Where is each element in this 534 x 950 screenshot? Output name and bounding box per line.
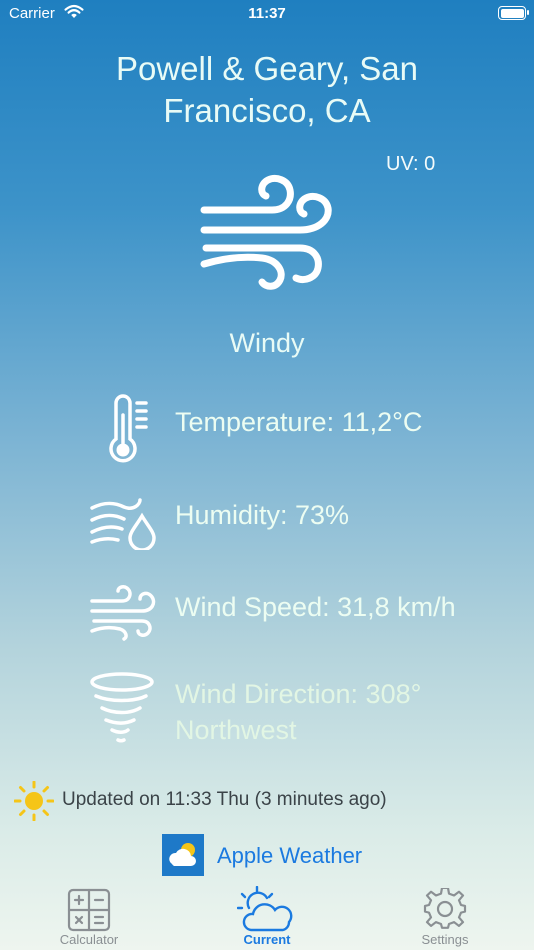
apple-weather-logo-icon[interactable]: [162, 834, 204, 876]
tab-settings-label: Settings: [421, 932, 469, 947]
wind-speed-icon: [90, 585, 156, 641]
apple-weather-link[interactable]: Apple Weather: [217, 843, 362, 869]
tab-bar: Calculator Current Settings: [0, 884, 534, 950]
location-title: Powell & Geary, San Francisco, CA: [40, 48, 494, 132]
tab-settings[interactable]: Settings: [370, 884, 520, 950]
status-bar: Carrier 11:37: [0, 0, 534, 30]
wind-direction-compass: Northwest: [175, 715, 297, 745]
condition-label: Windy: [229, 328, 305, 358]
clock: 11:37: [248, 5, 286, 22]
uv-index: UV: 0: [386, 153, 436, 175]
tab-current[interactable]: Current: [192, 884, 342, 950]
wind-direction-value: Wind Direction: 308° Northwest: [175, 676, 421, 748]
battery-icon: [498, 6, 529, 20]
humidity-value: Humidity: 73%: [175, 500, 350, 530]
gear-icon: [423, 888, 467, 929]
wind-direction-degrees: Wind Direction: 308°: [175, 679, 422, 709]
location-line-2: Francisco, CA: [163, 92, 371, 129]
wind-icon: [200, 174, 332, 290]
thermometer-icon: [109, 394, 148, 463]
calculator-icon: [67, 888, 111, 932]
tornado-icon: [90, 672, 154, 743]
humidity-icon: [90, 498, 156, 550]
tab-calculator-label: Calculator: [59, 932, 119, 947]
tab-current-label: Current: [243, 932, 291, 947]
sun-cloud-icon: [237, 886, 293, 932]
location-line-1: Powell & Geary, San: [115, 50, 419, 87]
temperature-value: Temperature: 11,2°C: [175, 407, 423, 437]
sun-icon: [14, 781, 54, 821]
tab-calculator[interactable]: Calculator: [14, 884, 164, 950]
last-updated-label: Updated on 11:33 Thu (3 minutes ago): [62, 789, 387, 810]
wind-speed-value: Wind Speed: 31,8 km/h: [175, 592, 456, 622]
